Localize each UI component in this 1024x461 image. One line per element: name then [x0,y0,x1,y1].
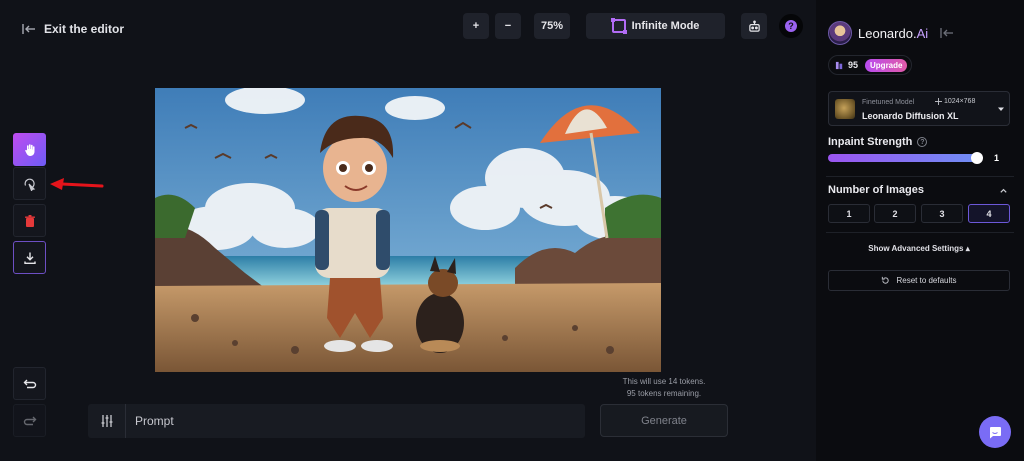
slider-handle[interactable] [971,152,983,164]
zoom-level[interactable]: 75% [534,13,570,39]
prompt-bar: Prompt [88,404,585,438]
reset-defaults-label: Reset to defaults [896,276,957,285]
infinite-mode-icon [610,18,627,34]
prompt-settings-button[interactable] [88,404,126,438]
zoom-out-button[interactable]: − [495,13,521,39]
sliders-icon [101,415,112,427]
trash-icon [24,214,35,227]
chevron-down-icon [998,107,1004,111]
model-selector[interactable]: Finetuned Model 1024×768 Leonardo Diffus… [828,91,1010,126]
exit-arrow-icon [22,24,35,34]
infinite-mode-label: Infinite Mode [631,20,700,32]
tokens-remaining-line: 95 tokens remaining. [626,389,702,398]
brand-name: Leonardo.Ai [858,26,928,41]
editor-app: Exit the editor + − 75% Infinite Mode ? [0,0,1024,461]
settings-panel: Leonardo.Ai 95 Upgrade Finetuned Model 1… [816,0,1024,461]
token-usage: This will use 14 tokens. 95 tokens remai… [600,376,728,400]
chat-support-button[interactable] [979,416,1011,448]
canvas-image[interactable] [155,88,661,372]
hand-tool-button[interactable] [13,133,46,166]
collapse-panel-icon[interactable] [940,26,954,40]
num-images-option-4[interactable]: 4 [968,204,1010,223]
number-of-images-label: Number of Images [828,184,924,196]
inpaint-strength-value: 1 [994,153,1000,163]
credits-count: 95 [848,60,859,70]
inpaint-strength-slider[interactable] [828,152,983,164]
avatar[interactable] [828,21,852,45]
hand-icon [24,143,34,156]
inpaint-strength-text: Inpaint Strength [828,136,913,148]
reset-defaults-button[interactable]: Reset to defaults [828,270,1010,291]
move-icon [935,98,942,105]
upgrade-button[interactable]: Upgrade [865,58,908,72]
info-icon[interactable]: ? [917,137,928,147]
credits-badge: 95 Upgrade [828,55,912,75]
redo-tool-button[interactable] [13,404,46,437]
num-images-option-2[interactable]: 2 [874,204,916,223]
generate-button[interactable]: Generate [600,404,728,437]
inpaint-strength-label: Inpaint Strength ? [828,136,928,148]
divider [826,176,1014,177]
erase-tool-button[interactable] [13,167,46,200]
model-kind: Finetuned Model [862,99,915,106]
show-advanced-settings-button[interactable]: Show Advanced Settings ▴ [828,244,1010,253]
infinite-mode-button[interactable]: Infinite Mode [586,13,725,39]
num-images-option-3[interactable]: 3 [921,204,963,223]
robot-icon [748,20,760,32]
undo-icon [23,379,36,388]
eraser-icon [24,178,35,191]
model-name: Leonardo Diffusion XL [862,111,959,121]
zoom-in-button[interactable]: + [463,13,489,39]
redo-icon [23,416,36,425]
model-dimensions-value: 1024×768 [944,98,976,105]
help-icon: ? [785,20,797,32]
prompt-input[interactable]: Prompt [126,414,174,428]
num-images-option-1[interactable]: 1 [828,204,870,223]
download-tool-button[interactable] [13,241,46,274]
token-usage-line: This will use 14 tokens. [622,377,706,386]
download-icon [23,252,36,264]
brand-name-suffix: Ai [916,25,929,41]
chevron-up-icon[interactable] [999,186,1008,195]
beach-scene-image [155,88,661,372]
brand: Leonardo.Ai [828,21,954,45]
token-icon [835,61,843,69]
model-dimensions: 1024×768 [935,98,975,105]
chat-icon [990,427,1001,439]
exit-editor-label: Exit the editor [44,22,125,36]
exit-editor-button[interactable]: Exit the editor [22,22,124,36]
help-button[interactable]: ? [779,14,803,38]
annotation-arrow-icon [50,178,104,190]
undo-tool-button[interactable] [13,367,46,400]
delete-tool-button[interactable] [13,204,46,237]
brand-name-main: Leonardo. [858,25,917,41]
robot-button[interactable] [741,13,767,39]
model-thumbnail [835,99,855,119]
divider [826,232,1014,233]
reset-icon [882,276,890,284]
